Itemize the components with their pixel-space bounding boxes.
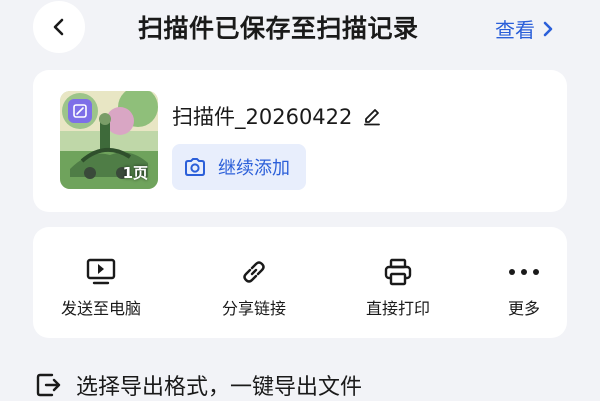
image-edit-icon [68, 99, 92, 123]
continue-add-button[interactable]: 继续添加 [172, 144, 306, 190]
action-label: 分享链接 [221, 299, 286, 318]
scan-file-card: 1页 扫描件_20260422 继续添加 [33, 70, 567, 212]
chevron-right-icon [543, 21, 553, 36]
actions-card: 发送至电脑 分享链接 直接打印 更多 [33, 227, 567, 338]
export-text: 选择导出格式，一键导出文件 [76, 375, 363, 400]
action-label: 更多 [507, 299, 540, 318]
scan-thumbnail[interactable]: 1页 [60, 91, 158, 189]
action-label: 发送至电脑 [60, 299, 141, 318]
file-name-row[interactable]: 扫描件_20260422 [172, 101, 382, 131]
link-icon [243, 261, 265, 283]
send-to-computer-button[interactable]: 发送至电脑 [41, 227, 161, 338]
chevron-left-icon [53, 18, 64, 36]
camera-icon [185, 158, 205, 176]
action-label: 直接打印 [365, 299, 430, 318]
continue-add-label: 继续添加 [218, 158, 290, 179]
direct-print-button[interactable]: 直接打印 [338, 227, 458, 338]
printer-icon [384, 258, 412, 286]
page-count-badge: 1页 [122, 164, 148, 182]
view-label: 查看 [495, 18, 535, 42]
page-title: 扫描件已保存至扫描记录 [138, 14, 419, 43]
monitor-send-icon [86, 258, 116, 285]
view-records-link[interactable]: 查看 [495, 14, 553, 43]
pencil-edit-icon[interactable] [362, 106, 382, 126]
file-name: 扫描件_20260422 [172, 105, 353, 129]
more-dots-icon [509, 269, 539, 275]
top-bar: 扫描件已保存至扫描记录 查看 [0, 0, 600, 56]
back-button[interactable] [33, 1, 85, 53]
share-link-button[interactable]: 分享链接 [194, 227, 314, 338]
export-icon [36, 373, 61, 397]
more-button[interactable]: 更多 [464, 227, 584, 338]
export-format-row[interactable]: 选择导出格式，一键导出文件 [36, 369, 362, 401]
